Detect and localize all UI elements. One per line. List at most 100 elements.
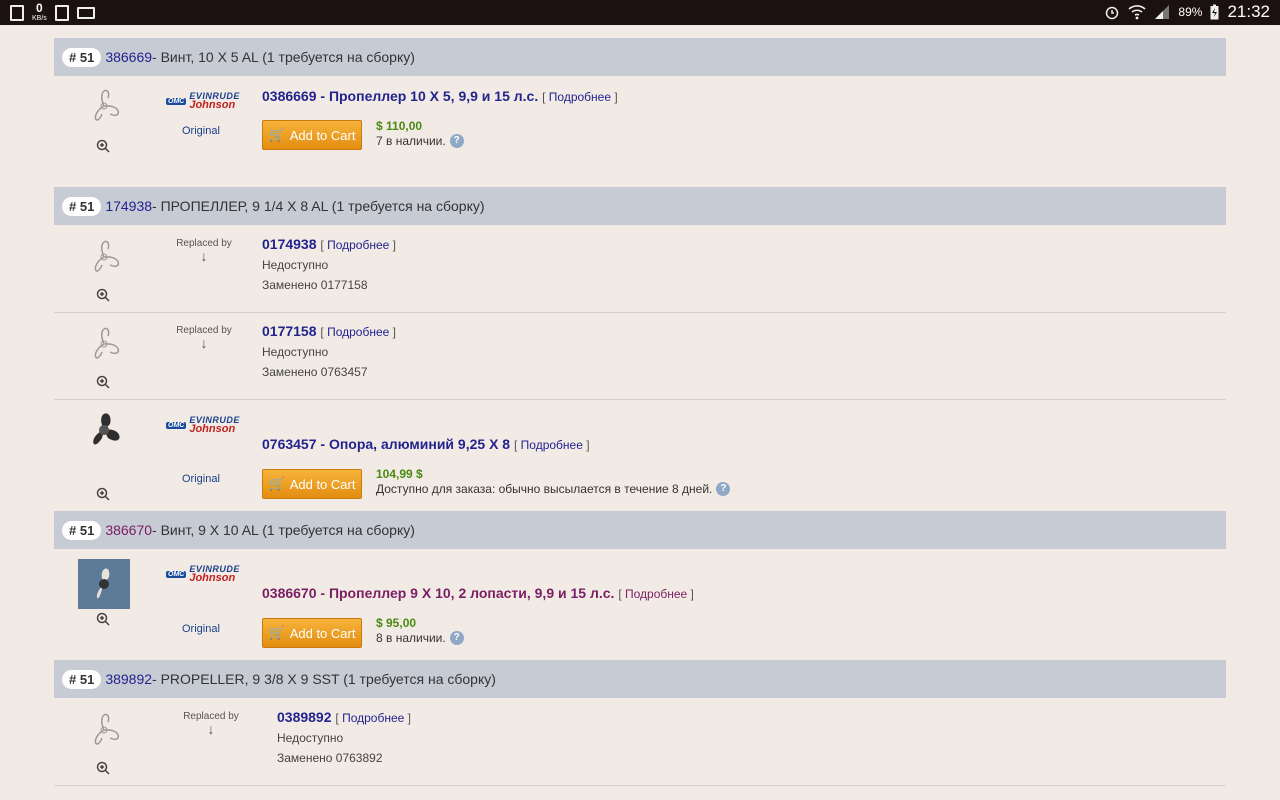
replaced-note: Заменено 0177158	[262, 278, 368, 292]
arrow-down-icon: ↓	[207, 721, 215, 737]
group-description: - Винт, 9 X 10 AL (1 требуется на сборку…	[152, 522, 415, 538]
replaced-by-label: Replaced by ↓	[172, 325, 236, 350]
zoom-icon[interactable]	[96, 375, 110, 389]
brand-logo: OMC EVINRUDE Johnson	[166, 92, 241, 111]
part-title: 0174938 [ Подробнее ]	[262, 236, 396, 252]
brand-bottom-text: Johnson	[189, 423, 236, 435]
brand-logo: OMC EVINRUDE Johnson	[166, 416, 241, 435]
more-link[interactable]: Подробнее	[521, 438, 583, 452]
replaced-by-label: Replaced by ↓	[179, 711, 243, 736]
screen-icon	[76, 7, 95, 19]
help-icon[interactable]: ?	[716, 482, 731, 496]
more-link-wrap: [ Подробнее ]	[320, 238, 396, 252]
help-icon[interactable]: ?	[449, 631, 464, 645]
more-link[interactable]: Подробнее	[327, 325, 389, 339]
omc-logo: OMC	[166, 421, 187, 429]
position-badge: # 51	[62, 520, 102, 540]
original-label: Original	[182, 623, 220, 635]
more-link-wrap: [ Подробнее ]	[335, 711, 411, 725]
availability-text: Недоступно	[277, 731, 344, 745]
add-to-cart-label: Add to Cart	[289, 127, 356, 143]
part-title: 0389892 [ Подробнее ]	[277, 709, 411, 725]
group-header: # 51 389892 - PROPELLER, 9 3/8 X 9 SST (…	[54, 660, 1226, 698]
zoom-icon[interactable]	[96, 288, 110, 302]
part-row: Replaced by ↓ 0177158 [ Подробнее ] Недо…	[54, 313, 1226, 400]
part-title: 0177158 [ Подробнее ]	[262, 323, 396, 339]
group-header: # 51 386669 - Винт, 10 X 5 AL (1 требует…	[54, 38, 1226, 76]
wifi-icon	[1128, 5, 1146, 20]
stock-text: 8 в наличии.	[376, 631, 446, 645]
more-link-wrap: [ Подробнее ]	[542, 90, 618, 104]
zoom-icon[interactable]	[96, 761, 110, 775]
original-label: Original	[182, 473, 220, 485]
more-link[interactable]: Подробнее	[625, 587, 687, 601]
brand-bottom-text: Johnson	[189, 99, 236, 111]
brand-logo: OMC EVINRUDE Johnson	[166, 565, 241, 584]
stock-info: 7 в наличии. ?	[376, 134, 464, 148]
sim-icon	[10, 5, 24, 21]
network-speed-value: 0	[36, 1, 43, 15]
propeller-drawing-icon	[94, 327, 119, 359]
propeller-drawing-icon	[94, 713, 119, 745]
part-number-link[interactable]: 174938	[105, 198, 152, 214]
part-number-link[interactable]: 389892	[105, 671, 152, 687]
replaced-note: Заменено 0763892	[277, 751, 383, 765]
group-description: - Винт, 10 X 5 AL (1 требуется на сборку…	[152, 49, 415, 65]
clock: 21:32	[1227, 2, 1270, 21]
replaced-note: Заменено 0763457	[262, 365, 368, 379]
part-title: 0386669 - Пропеллер 10 X 5, 9,9 и 15 л.с…	[262, 88, 618, 104]
zoom-icon[interactable]	[96, 139, 110, 153]
position-badge: # 51	[62, 47, 102, 67]
stock-info: 8 в наличии. ?	[376, 631, 464, 645]
replaced-by-label: Replaced by ↓	[172, 238, 236, 263]
signal-icon	[1155, 5, 1170, 19]
battery-icon	[1210, 4, 1219, 20]
group-description: - ПРОПЕЛЛЕР, 9 1/4 X 8 AL (1 требуется н…	[152, 198, 485, 214]
part-row: OMC EVINRUDE Johnson Original 0386669 - Пр…	[54, 76, 1226, 186]
more-link-wrap: [ Подробнее ]	[618, 587, 694, 601]
stock-text: 7 в наличии.	[376, 134, 446, 148]
part-row: OMC EVINRUDE Johnson Original 0386670 - Пр…	[54, 549, 1226, 659]
battery-level: 89%	[1178, 5, 1203, 19]
part-title-link[interactable]: 0177158	[262, 323, 317, 339]
more-link[interactable]: Подробнее	[549, 90, 611, 104]
zoom-icon[interactable]	[96, 487, 110, 501]
availability-text: Недоступно	[262, 345, 329, 359]
omc-logo: OMC	[166, 570, 187, 578]
part-title-link[interactable]: 0386669 - Пропеллер 10 X 5, 9,9 и 15 л.с…	[262, 88, 538, 104]
group-header: # 51 386670 - Винт, 9 X 10 AL (1 требует…	[54, 511, 1226, 549]
part-row: Replaced by ↓ 0174938 [ Подробнее ] Недо…	[54, 225, 1226, 313]
group-header: # 51 174938 - ПРОПЕЛЛЕР, 9 1/4 X 8 AL (1…	[54, 187, 1226, 225]
more-link[interactable]: Подробнее	[327, 238, 389, 252]
cart-icon: 🛒	[268, 625, 285, 640]
add-to-cart-button[interactable]: 🛒 Add to Cart	[262, 469, 362, 499]
price: $ 110,00	[376, 119, 423, 133]
price: $ 95,00	[376, 616, 417, 630]
part-title: 0763457 - Опора, алюминий 9,25 X 8 [ Под…	[262, 436, 590, 452]
part-title: 0386670 - Пропеллер 9 X 10, 2 лопасти, 9…	[262, 585, 694, 601]
part-title-link[interactable]: 0174938	[262, 236, 317, 252]
part-title-link[interactable]: 0386670 - Пропеллер 9 X 10, 2 лопасти, 9…	[262, 585, 614, 601]
add-to-cart-button[interactable]: 🛒 Add to Cart	[262, 120, 362, 150]
help-icon[interactable]: ?	[449, 134, 464, 148]
position-badge: # 51	[62, 669, 102, 689]
position-badge: # 51	[62, 196, 102, 216]
network-speed-unit: KB/s	[32, 15, 47, 22]
part-title-link[interactable]: 0763457 - Опора, алюминий 9,25 X 8	[262, 436, 510, 452]
price: 104,99 $	[376, 467, 423, 481]
more-link[interactable]: Подробнее	[342, 711, 404, 725]
part-row: Replaced by ↓ 0389892 [ Подробнее ] Недо…	[54, 698, 1226, 786]
part-title-link[interactable]: 0389892	[277, 709, 332, 725]
propeller-photo-icon	[78, 559, 130, 609]
part-row: OMC EVINRUDE Johnson Original 0763457 - Оп…	[54, 400, 1226, 510]
propeller-photo-icon	[93, 413, 120, 445]
zoom-icon[interactable]	[96, 612, 110, 626]
part-number-link[interactable]: 386669	[105, 49, 152, 65]
availability-text: Недоступно	[262, 258, 329, 272]
alarm-icon	[1106, 6, 1119, 20]
network-speed: 0 KB/s	[32, 1, 47, 23]
group-description: - PROPELLER, 9 3/8 X 9 SST (1 требуется …	[152, 671, 496, 687]
part-number-link[interactable]: 386670	[105, 522, 152, 538]
original-label: Original	[182, 125, 220, 137]
add-to-cart-button[interactable]: 🛒 Add to Cart	[262, 618, 362, 648]
